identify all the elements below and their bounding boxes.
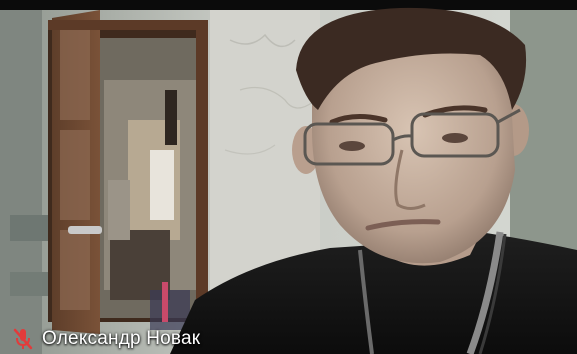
participant-name: Олександр Новак xyxy=(42,328,201,349)
microphone-muted-icon xyxy=(13,328,33,350)
video-tile[interactable]: Олександр Новак xyxy=(0,0,577,354)
participant-caption: Олександр Новак xyxy=(12,326,200,352)
camera-feed xyxy=(0,0,577,354)
